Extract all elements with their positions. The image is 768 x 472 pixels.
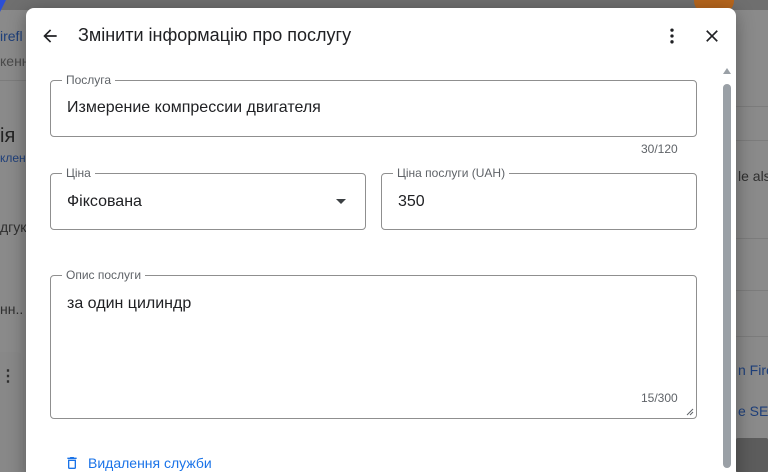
- service-description-label: Опис послуги: [62, 268, 146, 282]
- background-divider: [736, 106, 768, 107]
- background-right-text-3: e SEC: [738, 403, 768, 419]
- mouse-cursor-icon: [0, 0, 6, 12]
- background-link: клен: [0, 151, 26, 165]
- delete-service-button[interactable]: Видалення служби: [64, 454, 212, 472]
- close-button[interactable]: [696, 20, 728, 52]
- service-name-label: Послуга: [62, 73, 116, 87]
- dialog-title: Змінити інформацію про послугу: [78, 25, 352, 45]
- price-type-value: Фіксована: [67, 193, 142, 210]
- scroll-up-arrow-icon[interactable]: [723, 68, 731, 74]
- service-description-input[interactable]: за один цилиндр: [67, 295, 191, 313]
- dialog-header: Змінити інформацію про послугу: [26, 8, 736, 64]
- background-text-2: нн..: [0, 301, 24, 317]
- delete-service-label: Видалення служби: [88, 455, 212, 471]
- close-icon: [706, 30, 718, 42]
- service-price-field[interactable]: Ціна послуги (UAH) 350: [381, 166, 697, 230]
- background-text-1: дгук: [0, 219, 27, 235]
- arrow-back-icon: [43, 29, 57, 43]
- edit-service-dialog: Змінити інформацію про послугу Послуга И…: [26, 8, 736, 472]
- resize-handle-icon[interactable]: [686, 408, 694, 416]
- background-divider: [736, 140, 768, 141]
- trash-icon: [67, 457, 77, 469]
- price-type-select[interactable]: Ціна Фіксована: [50, 166, 366, 230]
- background-tab-text: irefl: [0, 28, 23, 44]
- background-divider: [0, 80, 26, 81]
- dialog-scrollbar[interactable]: [722, 68, 732, 472]
- service-name-field[interactable]: Послуга Измерение компрессии двигателя: [50, 73, 697, 137]
- price-type-label: Ціна: [62, 166, 95, 180]
- background-more-icon: ⋮: [0, 368, 16, 385]
- service-description-counter: 15/300: [641, 391, 678, 405]
- background-right-text-1: le als: [738, 168, 768, 184]
- background-right-text-2: n Fire: [738, 362, 768, 378]
- service-name-counter: 30/120: [641, 142, 678, 156]
- service-price-label: Ціна послуги (UAH): [393, 166, 510, 180]
- service-price-input[interactable]: 350: [398, 193, 425, 211]
- back-button[interactable]: [34, 20, 66, 52]
- service-name-input[interactable]: Измерение компрессии двигателя: [67, 99, 321, 117]
- more-options-button[interactable]: [656, 20, 688, 52]
- background-divider: [736, 238, 768, 239]
- service-description-field[interactable]: Опис послуги за один цилиндр 15/300: [50, 268, 697, 419]
- scrollbar-thumb[interactable]: [723, 84, 731, 468]
- dropdown-arrow-icon: [336, 199, 346, 204]
- background-divider: [736, 336, 768, 337]
- background-divider: [736, 290, 768, 291]
- more-vert-icon: [670, 28, 674, 44]
- background-thumbnail: [736, 438, 768, 472]
- background-heading: ія: [0, 125, 16, 147]
